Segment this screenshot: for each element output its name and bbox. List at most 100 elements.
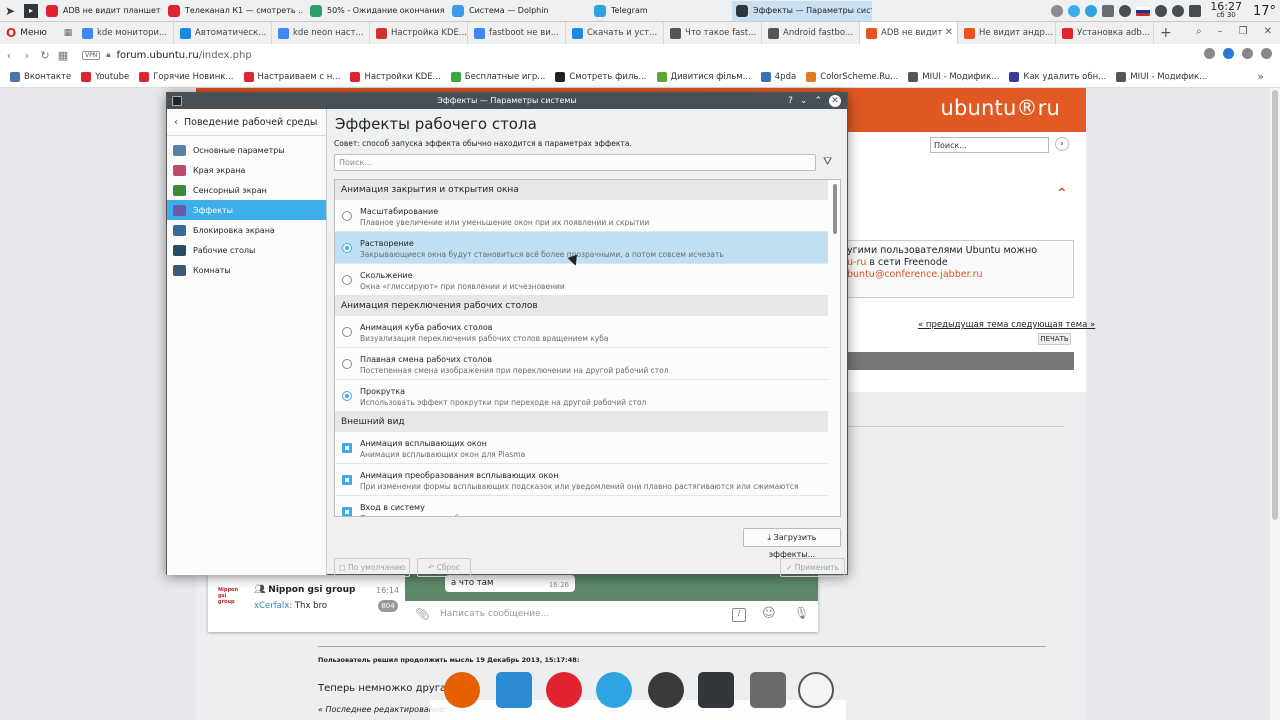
bookmark-item[interactable]: Как удалить обн...	[1009, 71, 1106, 82]
jabber-link[interactable]: buntu@conference.jabber.ru	[847, 269, 1067, 281]
taskbar-task[interactable]: Telegram	[590, 1, 730, 21]
url-text[interactable]: forum.ubuntu.ru/index.php	[116, 50, 251, 61]
new-tab-button[interactable]: +	[1160, 25, 1172, 41]
screenshot-icon[interactable]	[750, 672, 786, 708]
filter-icon[interactable]: ⛛	[823, 155, 832, 169]
restore-icon[interactable]: ❐	[1239, 26, 1248, 37]
firefox-icon[interactable]	[444, 672, 480, 708]
forum-search-input[interactable]: Поиск...	[930, 137, 1049, 153]
message-input[interactable]: Написать сообщение...	[440, 609, 549, 619]
effect-radio[interactable]	[342, 359, 352, 369]
close-icon[interactable]: ✕	[1264, 26, 1272, 37]
bookmark-item[interactable]: Настраиваем с н...	[243, 71, 340, 82]
battery-icon[interactable]	[1189, 5, 1202, 17]
shield-icon[interactable]	[1223, 48, 1234, 59]
effect-row[interactable]: Скольжение Окна «глиссируют» при появлени…	[335, 264, 828, 296]
browser-tab[interactable]: Настройка KDE...	[370, 22, 468, 44]
chat-title[interactable]: 👥︎ Nippon gsi group	[254, 585, 355, 595]
effects-search-input[interactable]: Поиск...	[334, 154, 816, 171]
download-icon[interactable]	[1261, 48, 1272, 59]
sidebar-item[interactable]: Комнаты	[167, 260, 326, 280]
browser-tab[interactable]: Не видит андр...	[958, 22, 1056, 44]
effect-row[interactable]: Анимация преобразования всплывающих окон…	[335, 464, 828, 496]
effect-row[interactable]: Анимация куба рабочих столов Визуализация…	[335, 316, 828, 348]
bookmark-item[interactable]: Смотреть филь...	[555, 71, 647, 82]
message-bubble[interactable]: а что там 16:26	[445, 575, 575, 592]
clock-icon[interactable]	[798, 672, 834, 708]
files-icon[interactable]	[496, 672, 532, 708]
browser-tab[interactable]: ADB не видит ✕	[860, 22, 958, 44]
notifications-icon[interactable]	[1051, 5, 1064, 17]
vpn-badge[interactable]: VPN	[82, 50, 101, 60]
sidebar-item[interactable]: Эффекты	[167, 200, 326, 220]
bookmark-item[interactable]: 4pda	[760, 71, 796, 82]
defaults-button[interactable]: ▢ По умолчанию	[334, 558, 410, 577]
bookmarks-more-icon[interactable]: »	[1257, 70, 1264, 83]
bookmark-item[interactable]: Горячие Новинк...	[139, 71, 234, 82]
ubuntu-ru-logo[interactable]: ubuntu®ru	[940, 96, 1060, 120]
update-icon[interactable]	[1068, 5, 1081, 17]
forum-search-go-icon[interactable]: ›	[1055, 137, 1069, 151]
effect-radio[interactable]	[342, 243, 352, 253]
volume-icon[interactable]	[1155, 5, 1168, 17]
browser-tab[interactable]: Скачать и уст...	[566, 22, 664, 44]
sidebar-item[interactable]: Блокировка экрана	[167, 220, 326, 240]
print-button[interactable]: ПЕЧАТЬ	[1038, 333, 1071, 345]
taskbar-task[interactable]: Система — Dolphin	[448, 1, 588, 21]
browser-tab[interactable]: Автоматическ...	[174, 22, 272, 44]
minimize-icon[interactable]: ⌄	[800, 93, 808, 109]
settings-icon[interactable]	[698, 672, 734, 708]
sidebar-item[interactable]: Рабочие столы	[167, 240, 326, 260]
effect-checkbox[interactable]	[342, 475, 352, 485]
browser-tab[interactable]: kde монитори...	[76, 22, 174, 44]
bookmark-item[interactable]: ColorScheme.Ru...	[806, 71, 898, 82]
bookmark-item[interactable]: Вконтакте	[10, 71, 71, 82]
effect-row[interactable]: Растворение Закрывающиеся окна будут стан…	[335, 232, 828, 264]
bookmark-item[interactable]: Настройки KDE...	[350, 71, 441, 82]
sidebar-item[interactable]: Края экрана	[167, 160, 326, 180]
opera-menu-button[interactable]: O Меню	[0, 26, 60, 40]
bookmark-item[interactable]: Дивитися фільм...	[656, 71, 751, 82]
forward-icon[interactable]: ›	[18, 49, 36, 62]
effect-row[interactable]: Масштабирование Плавное увеличение или ум…	[335, 200, 828, 232]
effect-row[interactable]: Плавная смена рабочих столов Постепенная …	[335, 348, 828, 380]
browser-tab[interactable]: Android fastbo...	[762, 22, 860, 44]
effects-list-scrollbar[interactable]	[832, 182, 838, 512]
scroll-up-icon[interactable]: ⌃	[1056, 186, 1068, 202]
keyboard-layout-icon[interactable]	[1136, 6, 1151, 16]
launcher-arrow-icon[interactable]: ➤	[0, 4, 20, 18]
sidebar-item[interactable]: Сенсорный экран	[167, 180, 326, 200]
effect-checkbox[interactable]	[342, 443, 352, 453]
sidebar-back-button[interactable]: ‹ Поведение рабочей среды	[167, 109, 326, 136]
tab-search-icon[interactable]: ⌕	[1196, 26, 1202, 37]
apply-button[interactable]: ✓ Применить	[780, 558, 845, 577]
close-tab-icon[interactable]: ✕	[945, 27, 953, 38]
opera-icon[interactable]	[546, 672, 582, 708]
effect-row[interactable]: Прокрутка Использовать эффект прокрутки п…	[335, 380, 828, 412]
page-scrollbar[interactable]	[1270, 88, 1280, 720]
speed-dial-icon[interactable]: ▦	[54, 49, 72, 62]
browser-tab[interactable]: Что такое fast...	[664, 22, 762, 44]
effect-row[interactable]: Вход в систему Плавное проявление рабочег…	[335, 496, 828, 516]
reset-button[interactable]: ↶ Сброс	[417, 558, 471, 577]
bookmark-item[interactable]: MIUI - Модифик...	[1116, 71, 1207, 82]
effect-checkbox[interactable]	[342, 507, 352, 516]
taskbar-task[interactable]: 50% - Ожидание окончания опе...	[306, 1, 446, 21]
browser-tab[interactable]: Установка adb...	[1056, 22, 1154, 44]
window-titlebar[interactable]: Эффекты — Параметры системы ? ⌄ ⌃ ✕	[167, 93, 847, 109]
bot-command-icon[interactable]: /	[732, 608, 746, 622]
telegram-tray-icon[interactable]	[1085, 5, 1098, 17]
system-settings-app-icon[interactable]	[172, 96, 182, 106]
clipboard-icon[interactable]	[1102, 5, 1115, 17]
load-effects-button[interactable]: ⤓ Загрузить эффекты...	[743, 528, 841, 559]
browser-tab[interactable]: kde neon наст...	[272, 22, 370, 44]
snapshot-icon[interactable]	[1204, 48, 1215, 59]
irc-channel-link[interactable]: u-ru	[847, 257, 866, 268]
emoji-icon[interactable]: ☺	[762, 606, 776, 621]
telegram-icon[interactable]	[596, 672, 632, 708]
progress-icon[interactable]	[648, 672, 684, 708]
bookmark-item[interactable]: Youtube	[81, 71, 129, 82]
network-icon[interactable]	[1172, 5, 1185, 17]
sidebar-item[interactable]: Основные параметры	[167, 140, 326, 160]
close-icon[interactable]: ✕	[829, 95, 841, 107]
